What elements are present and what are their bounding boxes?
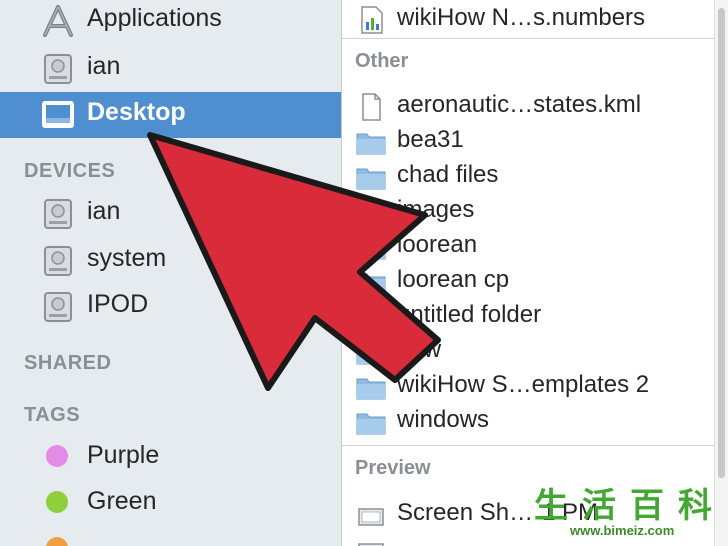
file-row[interactable]: bea31 bbox=[342, 124, 714, 159]
file-name: windows bbox=[397, 406, 490, 433]
folder-icon bbox=[356, 238, 386, 260]
sidebar-item-label: system bbox=[87, 244, 167, 272]
sidebar-tag-green[interactable]: Green bbox=[0, 481, 341, 527]
sidebar-item-device-ipod[interactable]: IPOD bbox=[0, 284, 341, 330]
watermark-glyph: 科 bbox=[678, 487, 712, 525]
watermark-glyph: 活 bbox=[582, 487, 616, 525]
desktop-icon bbox=[42, 101, 74, 128]
scrollbar-thumb[interactable] bbox=[718, 8, 725, 478]
sidebar-item-device-system[interactable]: system bbox=[0, 238, 341, 284]
watermark-url: www.bimeiz.com bbox=[570, 523, 675, 538]
file-name: wikiHow S…emplates 2 bbox=[397, 371, 650, 398]
numbers-document-icon bbox=[361, 6, 383, 34]
shared-section-header: SHARED bbox=[24, 352, 112, 374]
vertical-scrollbar[interactable] bbox=[714, 0, 728, 546]
file-name: untitled folder bbox=[397, 301, 542, 328]
sidebar-item-label: IPOD bbox=[87, 290, 149, 318]
document-icon bbox=[362, 93, 381, 121]
orange-tag-dot-icon bbox=[46, 537, 68, 546]
folder-icon bbox=[356, 413, 386, 435]
file-name: Screen Sh… bbox=[397, 499, 534, 526]
file-row[interactable]: loorean bbox=[342, 229, 714, 264]
file-row[interactable]: images bbox=[342, 194, 714, 229]
file-name: loorean bbox=[397, 231, 478, 258]
home-drive-icon bbox=[44, 54, 72, 84]
divider bbox=[342, 445, 714, 446]
sidebar-item-applications[interactable]: Applications bbox=[0, 0, 341, 44]
hard-drive-icon bbox=[44, 246, 72, 276]
purple-tag-dot-icon bbox=[46, 445, 68, 467]
file-row[interactable]: wikiHow S…emplates 2 bbox=[342, 369, 714, 404]
sidebar-item-ian-home[interactable]: ian bbox=[0, 46, 341, 92]
hard-drive-icon bbox=[44, 292, 72, 322]
sidebar-item-desktop[interactable]: Desktop bbox=[0, 92, 341, 138]
folder-icon bbox=[356, 343, 386, 365]
folder-icon bbox=[356, 308, 386, 330]
file-row[interactable]: aeronautic…states.kml bbox=[342, 89, 714, 124]
file-row[interactable]: untitled folder bbox=[342, 299, 714, 334]
file-list: wikiHow N…s.numbers Other aeronautic…sta… bbox=[342, 0, 714, 546]
watermark-glyph: 生 bbox=[534, 487, 568, 525]
file-name: chad files bbox=[397, 161, 499, 188]
file-name: aeronautic…states.kml bbox=[397, 91, 642, 118]
screenshot-icon bbox=[358, 508, 384, 526]
other-section-header: Other bbox=[355, 50, 409, 72]
file-row[interactable]: wikiHow N…s.numbers bbox=[342, 2, 714, 37]
sidebar-item-label: Applications bbox=[87, 4, 222, 32]
file-name: bea31 bbox=[397, 126, 464, 153]
tags-section-header: TAGS bbox=[24, 404, 81, 426]
file-row[interactable]: chad files bbox=[342, 159, 714, 194]
preview-section-header: Preview bbox=[355, 457, 431, 479]
file-name: images bbox=[397, 196, 475, 223]
folder-icon bbox=[356, 168, 386, 190]
folder-icon bbox=[356, 273, 386, 295]
divider bbox=[342, 38, 714, 39]
file-row[interactable]: new bbox=[342, 334, 714, 369]
file-row[interactable]: loorean cp bbox=[342, 264, 714, 299]
green-tag-dot-icon bbox=[46, 491, 68, 513]
hard-drive-icon bbox=[44, 199, 72, 229]
file-name: wikiHow N…s.numbers bbox=[397, 4, 646, 31]
folder-icon bbox=[356, 378, 386, 400]
file-name: new bbox=[397, 336, 442, 363]
finder-sidebar: Applications ian Desktop DEVICES ian sys… bbox=[0, 0, 342, 546]
sidebar-item-label: ian bbox=[87, 197, 121, 225]
file-row[interactable]: windows bbox=[342, 404, 714, 439]
sidebar-item-label: Green bbox=[87, 487, 157, 515]
sidebar-item-label: Purple bbox=[87, 441, 160, 469]
watermark-glyph: 百 bbox=[630, 487, 664, 525]
file-name: loorean cp bbox=[397, 266, 510, 293]
sidebar-item-label: ian bbox=[87, 52, 121, 80]
folder-icon bbox=[356, 203, 386, 225]
folder-icon bbox=[356, 133, 386, 155]
sidebar-tag-purple[interactable]: Purple bbox=[0, 435, 341, 481]
screenshot-icon bbox=[358, 543, 384, 546]
sidebar-item-device-ian[interactable]: ian bbox=[0, 191, 341, 237]
site-watermark: 生 活 百 科 www.bimeiz.com bbox=[530, 488, 720, 540]
sidebar-item-label: Desktop bbox=[87, 98, 186, 126]
devices-section-header: DEVICES bbox=[24, 160, 116, 182]
sidebar-tag-partial[interactable] bbox=[0, 527, 341, 546]
applications-icon bbox=[43, 5, 73, 37]
